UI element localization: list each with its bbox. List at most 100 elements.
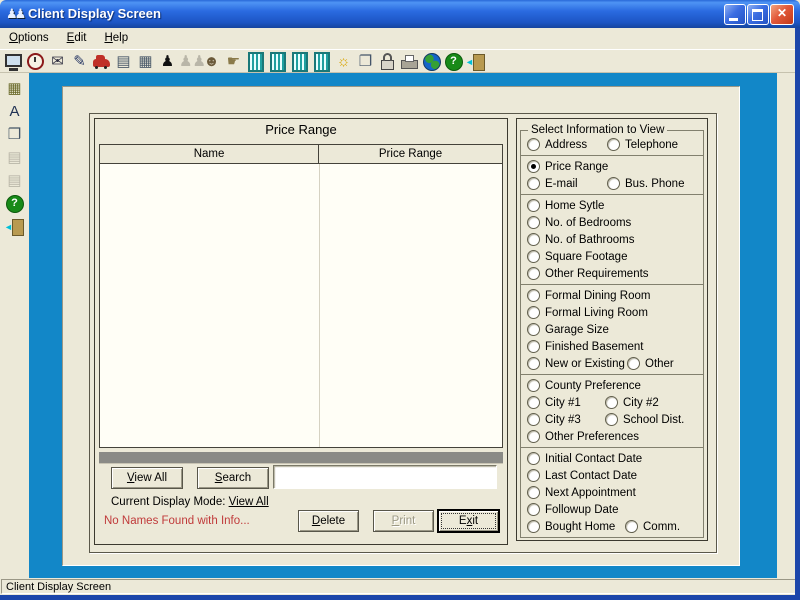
exit-icon[interactable] (4, 216, 25, 237)
close-button[interactable] (770, 4, 794, 25)
radio-bus-phone[interactable]: Bus. Phone (607, 175, 684, 192)
home-door-icon-4[interactable] (311, 51, 332, 72)
radio-telephone[interactable]: Telephone (607, 136, 678, 153)
report-disabled-icon-1[interactable]: ▤ (4, 147, 25, 168)
radio-button[interactable] (527, 379, 540, 392)
radio-bought-home[interactable]: Bought Home (527, 518, 615, 535)
radio-finished-basement[interactable]: Finished Basement (527, 338, 643, 355)
radio-next-appointment[interactable]: Next Appointment (527, 484, 636, 501)
radio-button[interactable] (607, 177, 620, 190)
notes-icon[interactable]: ▤ (113, 51, 134, 72)
menu-item-options[interactable]: Options (0, 28, 58, 44)
radio-price-range[interactable]: Price Range (527, 158, 608, 175)
computer-icon[interactable] (3, 51, 24, 72)
exit-icon[interactable] (465, 51, 486, 72)
radio-button[interactable] (527, 199, 540, 212)
radio-formal-dining-room[interactable]: Formal Dining Room (527, 287, 650, 304)
column-header-name[interactable]: Name (100, 145, 319, 164)
radio-button[interactable] (527, 233, 540, 246)
printer-icon[interactable] (399, 51, 420, 72)
radio-button[interactable] (527, 267, 540, 280)
radio-button[interactable] (605, 396, 618, 409)
radio-button[interactable] (527, 469, 540, 482)
radio-button[interactable] (625, 520, 638, 533)
car-icon[interactable] (91, 51, 112, 72)
radio-address[interactable]: Address (527, 136, 587, 153)
compose-note-icon[interactable]: ✎ (69, 51, 90, 72)
radio-other[interactable]: Other (627, 355, 674, 372)
radio-button[interactable] (527, 452, 540, 465)
radio-other-preferences[interactable]: Other Preferences (527, 428, 639, 445)
exit-button[interactable]: Exit (438, 510, 499, 532)
radio-other-requirements[interactable]: Other Requirements (527, 265, 649, 282)
report-disabled-icon-2[interactable]: ▤ (4, 170, 25, 191)
help-icon[interactable] (4, 193, 25, 214)
radio-button[interactable] (527, 486, 540, 499)
radio-button[interactable] (527, 413, 540, 426)
clipboard-icon[interactable]: ❒ (4, 124, 25, 145)
client-icon[interactable]: ♟ (157, 51, 178, 72)
radio-button[interactable] (527, 396, 540, 409)
contact-face-icon[interactable]: ☻ (201, 51, 222, 72)
home-door-icon-2[interactable] (267, 51, 288, 72)
radio-button[interactable] (527, 323, 540, 336)
radio-button[interactable] (605, 413, 618, 426)
radio-button-selected[interactable] (527, 160, 540, 173)
radio-square-footage[interactable]: Square Footage (527, 248, 627, 265)
page-turn-icon[interactable]: ❐ (355, 51, 376, 72)
radio-formal-living-room[interactable]: Formal Living Room (527, 304, 648, 321)
radio-home-sytle[interactable]: Home Sytle (527, 197, 604, 214)
hand-pointer-icon[interactable]: ☛ (223, 51, 244, 72)
radio-no-of-bedrooms[interactable]: No. of Bedrooms (527, 214, 631, 231)
radio-new-or-existing[interactable]: New or Existing (527, 355, 625, 372)
radio-button[interactable] (527, 357, 540, 370)
radio-followup-date[interactable]: Followup Date (527, 501, 619, 518)
horizontal-scrollbar[interactable] (99, 452, 503, 464)
clock-icon[interactable] (25, 51, 46, 72)
lock-icon[interactable] (377, 51, 398, 72)
radio-e-mail[interactable]: E-mail (527, 175, 578, 192)
table-body[interactable] (100, 164, 502, 447)
radio-button[interactable] (607, 138, 620, 151)
grid-icon[interactable]: ▦ (4, 78, 25, 99)
radio-button[interactable] (527, 340, 540, 353)
search-button[interactable]: Search (197, 467, 269, 489)
mail-icon[interactable]: ✉ (47, 51, 68, 72)
menu-item-edit[interactable]: Edit (58, 28, 96, 44)
radio-city-3[interactable]: City #3 (527, 411, 581, 428)
minimize-button[interactable] (724, 4, 746, 25)
globe-icon[interactable] (421, 51, 442, 72)
radio-button[interactable] (527, 306, 540, 319)
radio-city-2[interactable]: City #2 (605, 394, 659, 411)
radio-button[interactable] (527, 430, 540, 443)
delete-button[interactable]: Delete (298, 510, 359, 532)
radio-school-dist[interactable]: School Dist. (605, 411, 684, 428)
view-all-button[interactable]: View All (111, 467, 183, 489)
photo-document-icon[interactable]: ▦ (135, 51, 156, 72)
help-icon[interactable] (443, 51, 464, 72)
radio-button[interactable] (527, 503, 540, 516)
radio-button[interactable] (527, 289, 540, 302)
clients-disabled-icon[interactable]: ♟♟ (179, 51, 200, 72)
home-door-icon-3[interactable] (289, 51, 310, 72)
column-header-price-range[interactable]: Price Range (319, 145, 502, 164)
radio-no-of-bathrooms[interactable]: No. of Bathrooms (527, 231, 634, 248)
radio-garage-size[interactable]: Garage Size (527, 321, 609, 338)
home-door-icon-1[interactable] (245, 51, 266, 72)
radio-last-contact-date[interactable]: Last Contact Date (527, 467, 637, 484)
radio-button[interactable] (527, 216, 540, 229)
menu-item-help[interactable]: Help (95, 28, 137, 44)
radio-button[interactable] (527, 520, 540, 533)
radio-city-1[interactable]: City #1 (527, 394, 581, 411)
maximize-button[interactable] (747, 4, 769, 25)
radio-button[interactable] (527, 250, 540, 263)
radio-comm[interactable]: Comm. (625, 518, 680, 535)
radio-county-preference[interactable]: County Preference (527, 377, 641, 394)
font-icon[interactable]: A (4, 101, 25, 122)
search-input[interactable] (273, 465, 497, 489)
radio-button[interactable] (527, 138, 540, 151)
radio-initial-contact-date[interactable]: Initial Contact Date (527, 450, 642, 467)
lightbulb-icon[interactable]: ☼ (333, 51, 354, 72)
radio-button[interactable] (627, 357, 640, 370)
radio-button[interactable] (527, 177, 540, 190)
